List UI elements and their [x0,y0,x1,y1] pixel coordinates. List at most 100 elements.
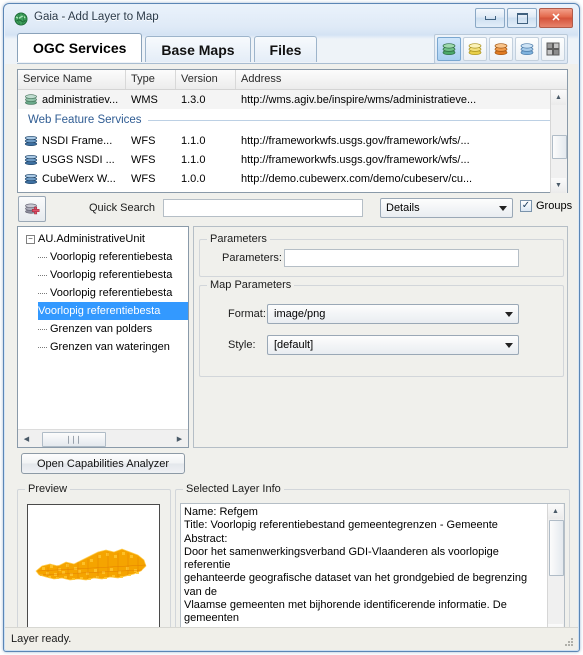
tree-horizontal-scrollbar[interactable]: ◀ ∣∣∣ ▶ [18,429,188,447]
flanders-map-shape [35,548,147,581]
table-vertical-scrollbar[interactable]: ▲ ▼ [550,90,567,193]
scroll-thumb[interactable] [549,520,564,576]
minimize-button[interactable] [475,8,505,28]
view-mode-dropdown[interactable]: Details [380,198,513,218]
window-inner: Gaia - Add Layer to Map ✕ OGC Services B… [5,5,578,650]
groups-checkbox[interactable]: ✓ Groups [520,200,572,212]
table-group-header[interactable]: Web Feature Services [18,109,567,131]
scroll-up-icon[interactable]: ▲ [551,90,566,105]
tab-ogc-services[interactable]: OGC Services [17,33,143,62]
tree-node-root[interactable]: − AU.AdministrativeUnit [18,230,188,248]
tree-node-label: Voorlopig referentiebesta [38,305,161,317]
format-label: Format: [228,308,266,320]
cell-service-name: administratiev... [18,93,126,106]
tree-node[interactable]: Voorlopig referentiebesta [18,266,188,284]
wfs-service-icon [23,153,39,166]
collapse-icon[interactable]: − [26,234,35,244]
status-text: Layer ready. [11,633,72,645]
layer-tree[interactable]: − AU.AdministrativeUnit Voorlopig refere… [18,230,188,429]
parameters-field-label: Parameters: [222,252,282,264]
group-caption: Map Parameters [207,279,295,291]
add-service-icon [25,203,40,215]
tree-node-label: Voorlopig referentiebesta [50,287,173,299]
cell-type: WMS [131,93,158,106]
table-row[interactable]: USGS NSDI ... WFS 1.1.0 http://framework… [18,150,567,169]
cell-version: 1.1.0 [181,134,206,147]
tiles-grid-button[interactable] [541,37,565,61]
tab-files[interactable]: Files [253,36,318,62]
layer-info-scrollbar[interactable]: ▲ ▼ [547,504,564,639]
wms-service-icon [23,93,39,106]
column-header-version[interactable]: Version [176,70,236,89]
blue-layers-icon [520,43,534,56]
chevron-down-icon [505,343,513,348]
resize-grip-icon[interactable] [563,636,574,647]
tree-connector-icon [38,256,47,258]
tab-label: Files [269,41,302,58]
tab-label: Base Maps [161,41,235,58]
tree-node-selected[interactable]: Voorlopig referentiebesta [38,302,188,320]
parameters-panel: Parameters Parameters: Map Parameters Fo… [193,226,568,448]
style-label: Style: [228,339,256,351]
app-globe-icon [14,12,28,26]
cell-type: WFS [131,153,156,166]
chevron-down-icon [499,206,507,211]
tree-connector-icon [38,292,47,294]
group-caption: Parameters [207,233,270,245]
layer-info-textarea[interactable]: Name: Refgem Title: Voorlopig referentie… [180,503,565,640]
scroll-up-icon[interactable]: ▲ [548,504,563,519]
open-capabilities-analyzer-button[interactable]: Open Capabilities Analyzer [21,453,185,474]
table-row[interactable]: CubeWerx W... WFS 1.0.0 http://demo.cube… [18,169,567,188]
format-dropdown[interactable]: image/png [267,304,519,324]
tree-connector-icon [38,346,47,348]
table-row[interactable]: NSDI Frame... WFS 1.1.0 http://framework… [18,131,567,150]
preview-canvas[interactable] [27,504,160,634]
button-label: Open Capabilities Analyzer [36,457,170,470]
close-button[interactable]: ✕ [539,8,573,28]
tree-node[interactable]: Grenzen van polders [18,320,188,338]
tree-node[interactable]: Voorlopig referentiebesta [18,284,188,302]
group-label: Web Feature Services [28,114,142,126]
wms-layers-button[interactable] [437,37,461,61]
parameters-input[interactable] [284,249,519,267]
title-bar: Gaia - Add Layer to Map ✕ [5,5,578,32]
view-mode-value: Details [386,202,420,214]
yellow-layers-button[interactable] [463,37,487,61]
quick-search-input[interactable] [163,199,363,217]
group-caption: Selected Layer Info [183,483,284,495]
column-header-type[interactable]: Type [126,70,176,89]
blue-layers-button[interactable] [515,37,539,61]
maximize-button[interactable] [507,8,537,28]
table-header-row: Service Name Type Version Address [18,70,567,90]
services-table: Service Name Type Version Address admini… [17,69,568,193]
tiles-grid-icon [546,42,560,56]
format-value: image/png [274,308,326,320]
scroll-thumb[interactable]: ∣∣∣ [42,432,106,447]
tree-node-label: Voorlopig referentiebesta [50,251,173,263]
column-header-address[interactable]: Address [236,70,551,89]
style-dropdown[interactable]: [default] [267,335,519,355]
scroll-thumb[interactable] [552,135,567,159]
table-row[interactable]: administratiev... WMS 1.3.0 http://wms.a… [18,90,567,109]
tab-label: OGC Services [33,40,127,56]
tree-connector-icon [38,328,47,330]
window-title: Gaia - Add Layer to Map [34,11,159,23]
orange-layers-button[interactable] [489,37,513,61]
tab-base-maps[interactable]: Base Maps [145,36,251,62]
scroll-left-icon[interactable]: ◀ [19,431,34,446]
tab-strip: OGC Services Base Maps Files [5,32,578,64]
cell-text: NSDI Frame... [42,134,113,147]
scroll-down-icon[interactable]: ▼ [551,178,566,193]
scroll-right-icon[interactable]: ▶ [172,431,187,446]
cell-text: CubeWerx W... [42,172,116,185]
tree-node-label: Voorlopig referentiebesta [50,269,173,281]
quick-search-bar: Quick Search Details ✓ Groups [17,195,572,223]
close-icon: ✕ [551,11,561,24]
tree-node[interactable]: Grenzen van wateringen [18,338,188,356]
cell-address: http://demo.cubewerx.com/demo/cubeserv/c… [241,172,473,185]
add-service-button[interactable] [18,196,46,222]
tree-node[interactable]: Voorlopig referentiebesta [18,248,188,266]
orange-layers-icon [494,43,508,56]
column-header-service-name[interactable]: Service Name [18,70,126,89]
preview-group: Preview [17,483,171,647]
